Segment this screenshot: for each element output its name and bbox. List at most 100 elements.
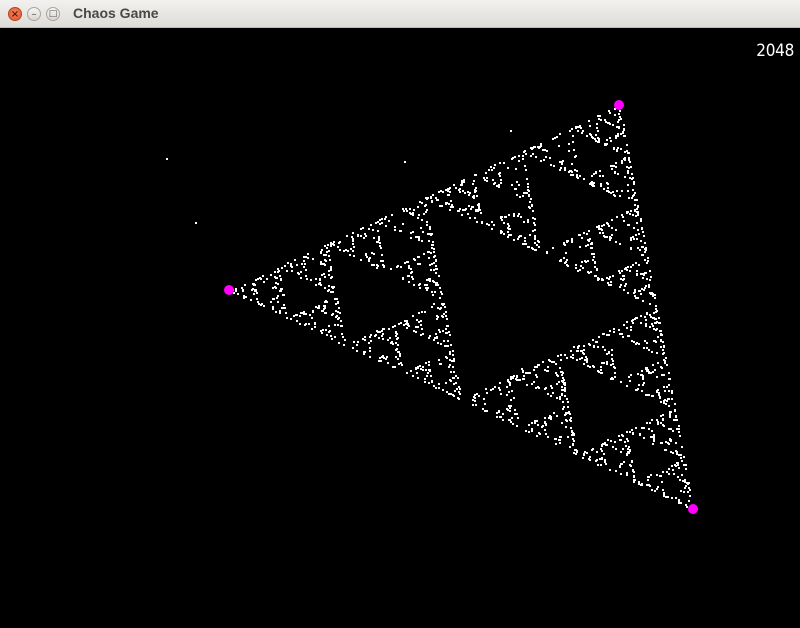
plotted-point xyxy=(663,374,665,376)
plotted-point xyxy=(584,260,586,262)
plotted-point xyxy=(426,224,428,226)
plotted-point xyxy=(569,419,571,421)
plotted-point xyxy=(573,440,575,442)
close-button[interactable]: × xyxy=(8,7,22,21)
plotted-point xyxy=(488,224,490,226)
plotted-point xyxy=(582,267,584,269)
plotted-point xyxy=(560,436,562,438)
minimize-button[interactable]: – xyxy=(27,7,41,21)
vertex-point-3[interactable] xyxy=(688,504,698,514)
plotted-point xyxy=(670,428,672,430)
plotted-point xyxy=(624,157,626,159)
plotted-point xyxy=(559,367,561,369)
vertex-point-1[interactable] xyxy=(614,100,624,110)
plotted-point xyxy=(562,408,564,410)
plotted-point xyxy=(507,236,509,238)
plotted-point xyxy=(272,287,274,289)
plotted-point xyxy=(525,430,527,432)
plotted-point xyxy=(446,391,448,393)
plotted-point xyxy=(633,181,635,183)
plotted-point xyxy=(588,120,590,122)
plotted-point xyxy=(625,283,627,285)
plotted-point xyxy=(572,141,574,143)
plotted-point xyxy=(301,263,303,265)
plotted-point xyxy=(284,307,286,309)
plotted-point xyxy=(624,151,626,153)
plotted-point xyxy=(601,278,603,280)
plotted-point xyxy=(253,293,255,295)
plotted-point xyxy=(610,140,612,142)
plotted-point xyxy=(320,263,322,265)
maximize-button[interactable]: □ xyxy=(46,7,60,21)
plotted-point xyxy=(414,259,416,261)
plotted-point xyxy=(405,208,407,210)
plotted-point xyxy=(449,209,451,211)
plotted-point xyxy=(538,387,540,389)
plotted-point xyxy=(621,214,623,216)
plotted-point xyxy=(524,165,526,167)
plotted-point xyxy=(452,394,454,396)
plotted-point xyxy=(537,424,539,426)
plotted-point xyxy=(275,287,277,289)
plotted-point xyxy=(658,392,660,394)
title-bar[interactable]: × – □ Chaos Game xyxy=(0,0,800,28)
plotted-point xyxy=(602,175,604,177)
plotted-point xyxy=(567,401,569,403)
plotted-point xyxy=(621,160,623,162)
plotted-point xyxy=(633,194,635,196)
plotted-point xyxy=(517,215,519,217)
game-canvas[interactable]: 2048 xyxy=(0,28,800,628)
plotted-point xyxy=(542,361,544,363)
vertex-point-2[interactable] xyxy=(224,285,234,295)
plotted-point xyxy=(595,140,597,142)
plotted-point xyxy=(579,269,581,271)
plotted-point xyxy=(425,211,427,213)
plotted-point xyxy=(554,137,556,139)
plotted-point xyxy=(683,464,685,466)
plotted-point xyxy=(260,304,262,306)
plotted-point xyxy=(445,189,447,191)
plotted-point xyxy=(420,324,422,326)
plotted-point xyxy=(555,363,557,365)
plotted-point xyxy=(666,386,668,388)
plotted-point xyxy=(398,363,400,365)
plotted-point xyxy=(605,444,607,446)
plotted-point xyxy=(651,430,653,432)
plotted-point xyxy=(548,417,550,419)
plotted-point xyxy=(333,241,335,243)
plotted-point xyxy=(440,291,442,293)
plotted-point xyxy=(508,228,510,230)
plotted-point xyxy=(594,261,596,263)
plotted-point xyxy=(627,184,629,186)
plotted-point xyxy=(629,464,631,466)
plotted-point xyxy=(429,264,431,266)
plotted-point xyxy=(464,192,466,194)
plotted-point xyxy=(521,368,523,370)
plotted-point xyxy=(583,345,585,347)
plotted-point xyxy=(654,297,656,299)
plotted-point xyxy=(430,269,432,271)
plotted-point xyxy=(681,460,683,462)
plotted-point xyxy=(451,204,453,206)
plotted-point xyxy=(472,399,474,401)
plotted-point xyxy=(632,322,634,324)
plotted-point xyxy=(598,118,600,120)
plotted-point xyxy=(592,185,594,187)
plotted-point xyxy=(620,278,622,280)
plotted-point xyxy=(600,119,602,121)
plotted-point xyxy=(634,209,636,211)
plotted-point xyxy=(420,320,422,322)
plotted-point xyxy=(610,281,612,283)
plotted-point xyxy=(546,251,548,253)
plotted-point xyxy=(434,337,436,339)
plotted-point xyxy=(498,186,500,188)
plotted-point xyxy=(330,277,332,279)
plotted-point xyxy=(635,199,637,201)
plotted-point xyxy=(586,452,588,454)
plotted-point xyxy=(328,325,330,327)
plotted-point xyxy=(610,440,612,442)
plotted-point xyxy=(617,173,619,175)
plotted-point xyxy=(688,500,690,502)
plotted-point xyxy=(283,304,285,306)
plotted-point xyxy=(530,147,532,149)
